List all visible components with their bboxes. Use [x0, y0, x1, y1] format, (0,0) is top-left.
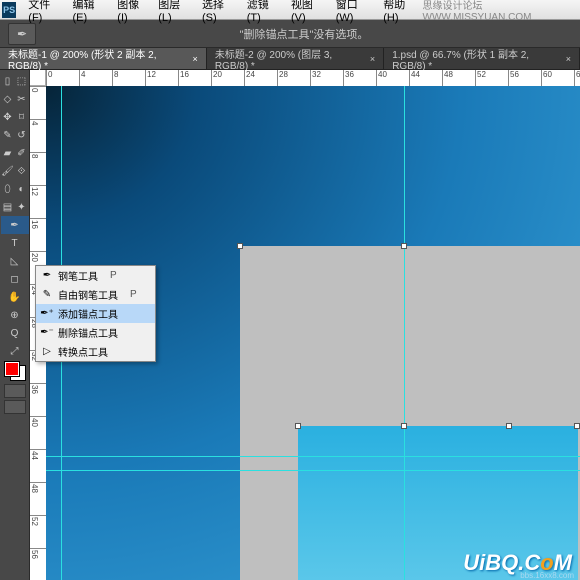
menu-item-delete-anchor-tool[interactable]: ✒⁻删除锚点工具 [36, 323, 155, 342]
menu-bar: PS 文件(F) 编辑(E) 图像(I) 图层(L) 选择(S) 滤镜(T) 视… [0, 0, 580, 20]
menu-view[interactable]: 视图(V) [285, 0, 330, 24]
menu-window[interactable]: 窗口(W) [330, 0, 378, 24]
watermark-url: bbs.16xx8.com [520, 571, 574, 580]
menu-item-convert-point-tool[interactable]: ▷转换点工具 [36, 342, 155, 361]
add-anchor-icon: ✒⁺ [40, 308, 54, 319]
tool-quickmask[interactable]: Q [1, 324, 29, 342]
menu-item-pen-tool[interactable]: ✒钢笔工具P [36, 266, 155, 285]
tool-blur[interactable]: ⬯ [1, 180, 15, 198]
tool-sponge[interactable]: ✦ [15, 198, 29, 216]
options-info-text: "删除锚点工具"没有选项。 [36, 26, 572, 42]
header-watermark: 思缘设计论坛 WWW.MISSYUAN.COM [423, 0, 580, 23]
toolbox: ▯⬚ ◇✂ ✥⌑ ✎↺ ▰✐ 🖌⟐ ⬯◐ ▤✦ ✒ T ◺ ◻ ✋ ⊕ Q ⤢ [0, 70, 30, 580]
screen-mode-toggle[interactable] [4, 400, 26, 414]
close-icon[interactable]: × [566, 54, 571, 64]
tool-heal[interactable]: ✎ [1, 126, 15, 144]
menu-item-add-anchor-tool[interactable]: ✒⁺添加锚点工具 [36, 304, 155, 323]
tool-eyedropper[interactable]: ⌑ [15, 108, 29, 126]
tab-doc-1[interactable]: 未标题-1 @ 200% (形状 2 副本 2, RGB/8) *× [0, 48, 207, 69]
close-icon[interactable]: × [370, 54, 375, 64]
tool-crop[interactable]: ✂ [15, 90, 29, 108]
screen-mode-buttons [4, 384, 26, 414]
document-tabs: 未标题-1 @ 200% (形状 2 副本 2, RGB/8) *× 未标题-2… [0, 48, 580, 70]
menu-item-freeform-pen-tool[interactable]: ✎自由钢笔工具P [36, 285, 155, 304]
foreground-color-swatch[interactable] [5, 362, 19, 376]
anchor-point[interactable] [401, 423, 407, 429]
anchor-point[interactable] [237, 243, 243, 249]
menu-help[interactable]: 帮助(H) [377, 0, 422, 24]
guide-vertical[interactable] [404, 86, 405, 580]
close-icon[interactable]: × [193, 54, 198, 64]
menu-filter[interactable]: 滤镜(T) [241, 0, 285, 24]
anchor-point[interactable] [295, 423, 301, 429]
tool-dodge[interactable]: ◐ [15, 180, 29, 198]
tool-path-select[interactable]: ◺ [1, 252, 29, 270]
guide-horizontal[interactable] [46, 470, 580, 471]
color-swatch[interactable] [5, 362, 25, 380]
convert-point-icon: ▷ [40, 346, 54, 357]
anchor-point[interactable] [574, 423, 580, 429]
delete-anchor-icon: ✒⁻ [40, 327, 54, 338]
anchor-point[interactable] [506, 423, 512, 429]
pen-icon: ✒ [40, 270, 54, 281]
menu-file[interactable]: 文件(F) [22, 0, 66, 24]
tab-doc-3[interactable]: 1.psd @ 66.7% (形状 1 副本 2, RGB/8) *× [384, 48, 580, 69]
tool-stamp[interactable]: ▰ [1, 144, 15, 162]
guide-horizontal[interactable] [46, 456, 580, 457]
tool-brush[interactable]: ↺ [15, 126, 29, 144]
tool-rotate-view[interactable]: ⤢ [1, 342, 29, 360]
tool-lasso[interactable]: ◇ [1, 90, 15, 108]
quick-mask-toggle[interactable] [4, 384, 26, 398]
ruler-horizontal[interactable]: 0481216202428323640444852566064 [46, 70, 580, 86]
menu-image[interactable]: 图像(I) [111, 0, 152, 24]
anchor-point[interactable] [401, 243, 407, 249]
tool-zoom[interactable]: ⊕ [1, 306, 29, 324]
tool-eraser[interactable]: 🖌 [1, 162, 15, 180]
tool-preset-picker[interactable]: ✒ [8, 23, 36, 45]
tool-gradient[interactable]: ⟐ [15, 162, 29, 180]
tool-marquee[interactable]: ⬚ [15, 72, 29, 90]
menu-layer[interactable]: 图层(L) [152, 0, 196, 24]
menu-edit[interactable]: 编辑(E) [67, 0, 112, 24]
freeform-pen-icon: ✎ [40, 289, 54, 300]
pen-tool-flyout-menu: ✒钢笔工具P ✎自由钢笔工具P ✒⁺添加锚点工具 ✒⁻删除锚点工具 ▷转换点工具 [35, 265, 156, 362]
tab-doc-2[interactable]: 未标题-2 @ 200% (图层 3, RGB/8) *× [207, 48, 384, 69]
tool-move[interactable]: ▯ [1, 72, 15, 90]
tool-pen[interactable]: ✒ [1, 216, 29, 234]
tool-hand[interactable]: ✋ [1, 288, 29, 306]
options-bar: ✒ "删除锚点工具"没有选项。 [0, 20, 580, 48]
tool-pencil[interactable]: ✐ [15, 144, 29, 162]
tool-wand[interactable]: ✥ [1, 108, 15, 126]
app-icon: PS [2, 2, 16, 18]
ruler-corner[interactable] [30, 70, 46, 86]
tool-shape[interactable]: ◻ [1, 270, 29, 288]
tool-history[interactable]: ▤ [1, 198, 15, 216]
menu-select[interactable]: 选择(S) [196, 0, 241, 24]
tool-type[interactable]: T [1, 234, 29, 252]
